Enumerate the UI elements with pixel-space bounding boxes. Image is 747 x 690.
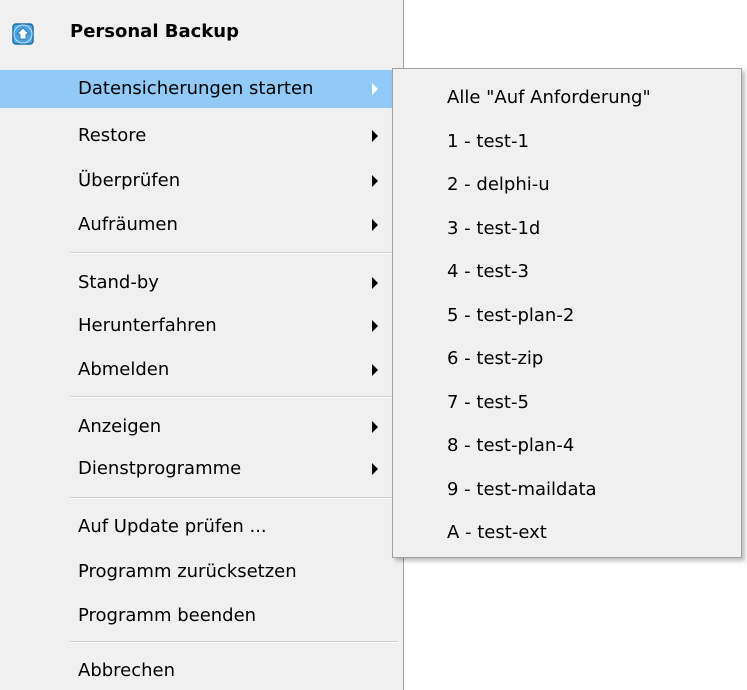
- menu-item-label: Programm zurücksetzen: [78, 561, 297, 582]
- menu-item-restore[interactable]: Restore: [0, 117, 402, 155]
- submenu-item-test-5[interactable]: 7 - test-5: [393, 383, 741, 425]
- submenu-item-label: Alle "Auf Anforderung": [447, 87, 651, 108]
- menu-separator: [70, 252, 398, 254]
- submenu-arrow-icon: [372, 130, 378, 142]
- submenu-item-delphi-u[interactable]: 2 - delphi-u: [393, 165, 741, 207]
- submenu-item-test-plan-4[interactable]: 8 - test-plan-4: [393, 426, 741, 468]
- context-menu: Personal Backup Datensicherungen starten…: [0, 0, 404, 690]
- menu-title: Personal Backup: [70, 21, 239, 42]
- menu-separator: [70, 497, 398, 499]
- menu-item-label: Überprüfen: [78, 170, 181, 191]
- menu-item-abmelden[interactable]: Abmelden: [0, 351, 402, 389]
- submenu-arrow-icon: [372, 364, 378, 376]
- menu-item-label: Abbrechen: [78, 660, 176, 681]
- menu-item-label: Datensicherungen starten: [78, 78, 314, 99]
- menu-item-datensicherungen-starten[interactable]: Datensicherungen starten: [0, 70, 402, 108]
- submenu-item-test-1d[interactable]: 3 - test-1d: [393, 209, 741, 251]
- submenu-item-label: 3 - test-1d: [447, 218, 541, 239]
- submenu-arrow-icon: [372, 421, 378, 433]
- menu-item-label: Aufräumen: [78, 214, 178, 235]
- submenu-item-label: 1 - test-1: [447, 131, 529, 152]
- submenu-item-label: 2 - delphi-u: [447, 174, 550, 195]
- submenu-arrow-icon: [372, 219, 378, 231]
- submenu-item-test-ext[interactable]: A - test-ext: [393, 513, 741, 555]
- desktop: Personal Backup Datensicherungen starten…: [0, 0, 747, 690]
- menu-item-programm-beenden[interactable]: Programm beenden: [0, 597, 402, 635]
- menu-item-anzeigen[interactable]: Anzeigen: [0, 408, 402, 446]
- submenu-item-label: A - test-ext: [447, 522, 547, 543]
- submenu-item-label: 7 - test-5: [447, 392, 529, 413]
- submenu-item-alle-auf-anforderung[interactable]: Alle "Auf Anforderung": [393, 78, 741, 120]
- submenu-item-label: 9 - test-maildata: [447, 479, 597, 500]
- menu-item-label: Stand-by: [78, 272, 159, 293]
- backup-app-icon: [12, 23, 34, 45]
- menu-header: Personal Backup: [0, 10, 402, 54]
- menu-item-aufraeumen[interactable]: Aufräumen: [0, 206, 402, 244]
- submenu-item-test-zip[interactable]: 6 - test-zip: [393, 339, 741, 381]
- submenu-item-test-maildata[interactable]: 9 - test-maildata: [393, 470, 741, 512]
- submenu-item-label: 4 - test-3: [447, 261, 529, 282]
- menu-separator: [70, 396, 398, 398]
- menu-separator: [70, 641, 398, 643]
- menu-item-label: Auf Update prüfen ...: [78, 516, 267, 537]
- menu-item-herunterfahren[interactable]: Herunterfahren: [0, 307, 402, 345]
- submenu-item-test-3[interactable]: 4 - test-3: [393, 252, 741, 294]
- submenu-item-label: 8 - test-plan-4: [447, 435, 575, 456]
- menu-item-abbrechen[interactable]: Abbrechen: [0, 652, 402, 690]
- submenu-item-label: 5 - test-plan-2: [447, 305, 575, 326]
- menu-item-label: Programm beenden: [78, 605, 257, 626]
- submenu-arrow-icon: [372, 320, 378, 332]
- menu-item-label: Abmelden: [78, 359, 170, 380]
- menu-item-dienstprogramme[interactable]: Dienstprogramme: [0, 450, 402, 488]
- submenu-arrow-icon: [372, 175, 378, 187]
- submenu-item-test-1[interactable]: 1 - test-1: [393, 122, 741, 164]
- menu-item-programm-zuruecksetzen[interactable]: Programm zurücksetzen: [0, 553, 402, 591]
- submenu-arrow-icon: [372, 277, 378, 289]
- menu-item-label: Restore: [78, 125, 147, 146]
- menu-item-label: Anzeigen: [78, 416, 162, 437]
- menu-item-label: Herunterfahren: [78, 315, 217, 336]
- submenu-arrow-icon: [372, 83, 378, 95]
- submenu-item-label: 6 - test-zip: [447, 348, 544, 369]
- submenu-arrow-icon: [372, 463, 378, 475]
- menu-item-stand-by[interactable]: Stand-by: [0, 264, 402, 302]
- menu-item-label: Dienstprogramme: [78, 458, 242, 479]
- submenu-datensicherungen: Alle "Auf Anforderung" 1 - test-1 2 - de…: [392, 68, 742, 558]
- submenu-item-test-plan-2[interactable]: 5 - test-plan-2: [393, 296, 741, 338]
- menu-item-auf-update-pruefen[interactable]: Auf Update prüfen ...: [0, 508, 402, 546]
- menu-item-ueberpruefen[interactable]: Überprüfen: [0, 162, 402, 200]
